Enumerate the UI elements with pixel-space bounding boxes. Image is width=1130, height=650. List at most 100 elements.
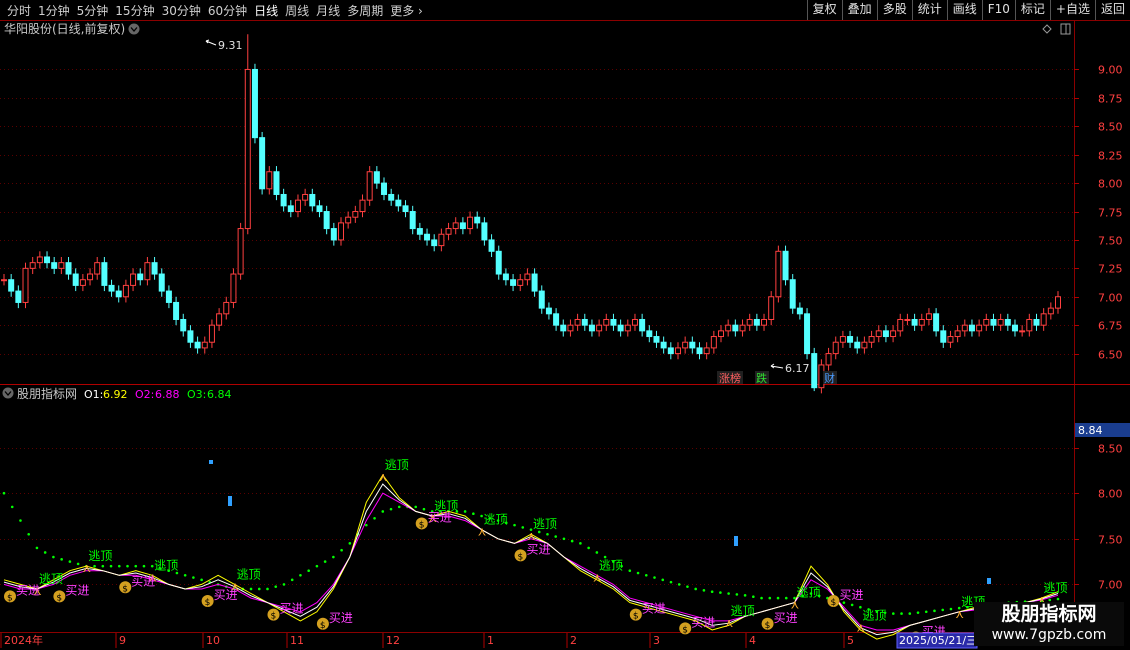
candle-body	[531, 273, 538, 292]
o3-point	[257, 587, 261, 591]
o3-point	[307, 569, 310, 573]
money-bag-symbol: $	[518, 552, 524, 562]
o3-point	[710, 590, 714, 593]
candle-body	[122, 284, 129, 298]
sell-signal-label: 逃顶	[599, 558, 623, 572]
indicator-lines	[2, 474, 1060, 640]
o3-point	[290, 578, 294, 582]
date-label: 11	[290, 634, 304, 647]
candle-body	[710, 336, 717, 349]
money-bag-symbol: $	[633, 612, 639, 622]
candle-body	[15, 290, 22, 303]
o3-point	[27, 532, 31, 536]
o3-point	[661, 578, 665, 582]
o3-point	[68, 560, 72, 563]
candle-body	[251, 68, 258, 139]
o3-point	[381, 510, 385, 513]
badge-die[interactable]: 跌	[755, 371, 769, 385]
candle-body	[811, 353, 818, 389]
price-tick-label: 8.50	[1098, 121, 1123, 134]
candle-body	[1033, 318, 1040, 326]
sell-signal-label: 逃顶	[88, 549, 112, 563]
candle-body	[517, 279, 524, 286]
candle-body	[545, 307, 552, 315]
candle-body	[782, 250, 789, 281]
candle-body	[832, 341, 839, 355]
o3-point	[694, 587, 697, 591]
o1-label: O1:	[84, 388, 103, 401]
o3-point	[727, 592, 730, 595]
candle-body	[474, 216, 481, 224]
candle-body	[309, 193, 316, 207]
sell-signal-label: 逃顶	[862, 608, 886, 622]
candle-body	[761, 318, 768, 326]
candle-body	[452, 222, 459, 230]
candle-body	[983, 318, 990, 326]
o3-point	[183, 573, 187, 577]
candle-body	[158, 273, 165, 292]
o3-point	[150, 564, 154, 568]
candle-body	[610, 318, 617, 326]
o3-point	[743, 594, 747, 597]
o3-point	[200, 578, 203, 582]
current-value: 8.84	[1078, 424, 1103, 437]
o3-point	[949, 607, 953, 611]
candle-body	[230, 273, 237, 303]
candle-body	[689, 341, 696, 349]
price-tick-label: 8.25	[1098, 150, 1123, 163]
o3-point	[562, 537, 566, 541]
candle-body	[330, 228, 337, 241]
sell-signal-label: 逃顶	[731, 604, 755, 618]
candle-body	[574, 318, 581, 326]
candle-body	[804, 313, 811, 355]
watermark-url: www.7gpzb.com	[991, 627, 1107, 643]
price-tick-label: 6.50	[1098, 349, 1123, 362]
candle-body	[976, 324, 983, 332]
candle-body	[825, 353, 832, 366]
o3-point	[587, 546, 590, 550]
candle-body	[1040, 313, 1047, 326]
candle-body	[144, 262, 151, 281]
o3-point	[644, 573, 648, 577]
money-bag-symbol: $	[419, 520, 425, 530]
o3-point	[109, 564, 113, 568]
low-marker: 6.17	[770, 362, 810, 375]
o3-point	[480, 514, 483, 518]
sell-signal-label: 逃顶	[154, 558, 178, 572]
indicator-dropdown-icon[interactable]	[2, 387, 14, 399]
candle-body	[1026, 318, 1033, 332]
o3-point	[941, 608, 945, 612]
candle-body	[72, 273, 79, 286]
volume-spike-bar	[734, 536, 738, 546]
current-value-box: 8.84	[1075, 423, 1130, 437]
o3-point	[2, 491, 6, 495]
candle-body	[108, 284, 115, 292]
money-bag-symbol: $	[682, 625, 688, 635]
candle-body	[897, 318, 904, 332]
candle-body	[388, 193, 395, 201]
o3-point	[266, 587, 269, 591]
o3-point	[282, 583, 286, 586]
candle-body	[467, 216, 474, 230]
badge-zhangbang[interactable]: 涨榜	[717, 371, 743, 385]
candle-body	[753, 318, 760, 326]
candle-body	[381, 182, 388, 195]
volume-spike-bar	[987, 578, 991, 584]
candle-body	[588, 324, 595, 332]
badge-cai[interactable]: 财	[823, 371, 837, 385]
o3-point	[192, 576, 195, 579]
o3-point	[93, 564, 96, 568]
candle-body	[768, 296, 775, 320]
candle-body	[187, 330, 194, 343]
candle-body	[882, 330, 889, 338]
panel-toggle-icon[interactable]	[1060, 23, 1071, 35]
o3-point	[653, 576, 656, 579]
candle-body	[847, 336, 854, 343]
buy-signal-label: 买进	[428, 510, 452, 524]
sell-signal-label: 逃顶	[39, 572, 63, 586]
o3-point	[76, 562, 80, 566]
date-axis: 2024年 9 10 11 12 1 2 3 4 5	[0, 633, 854, 648]
title-dropdown-icon[interactable]	[128, 23, 140, 35]
date-label: 9	[119, 634, 126, 647]
diamond-icon[interactable]	[1042, 24, 1052, 34]
